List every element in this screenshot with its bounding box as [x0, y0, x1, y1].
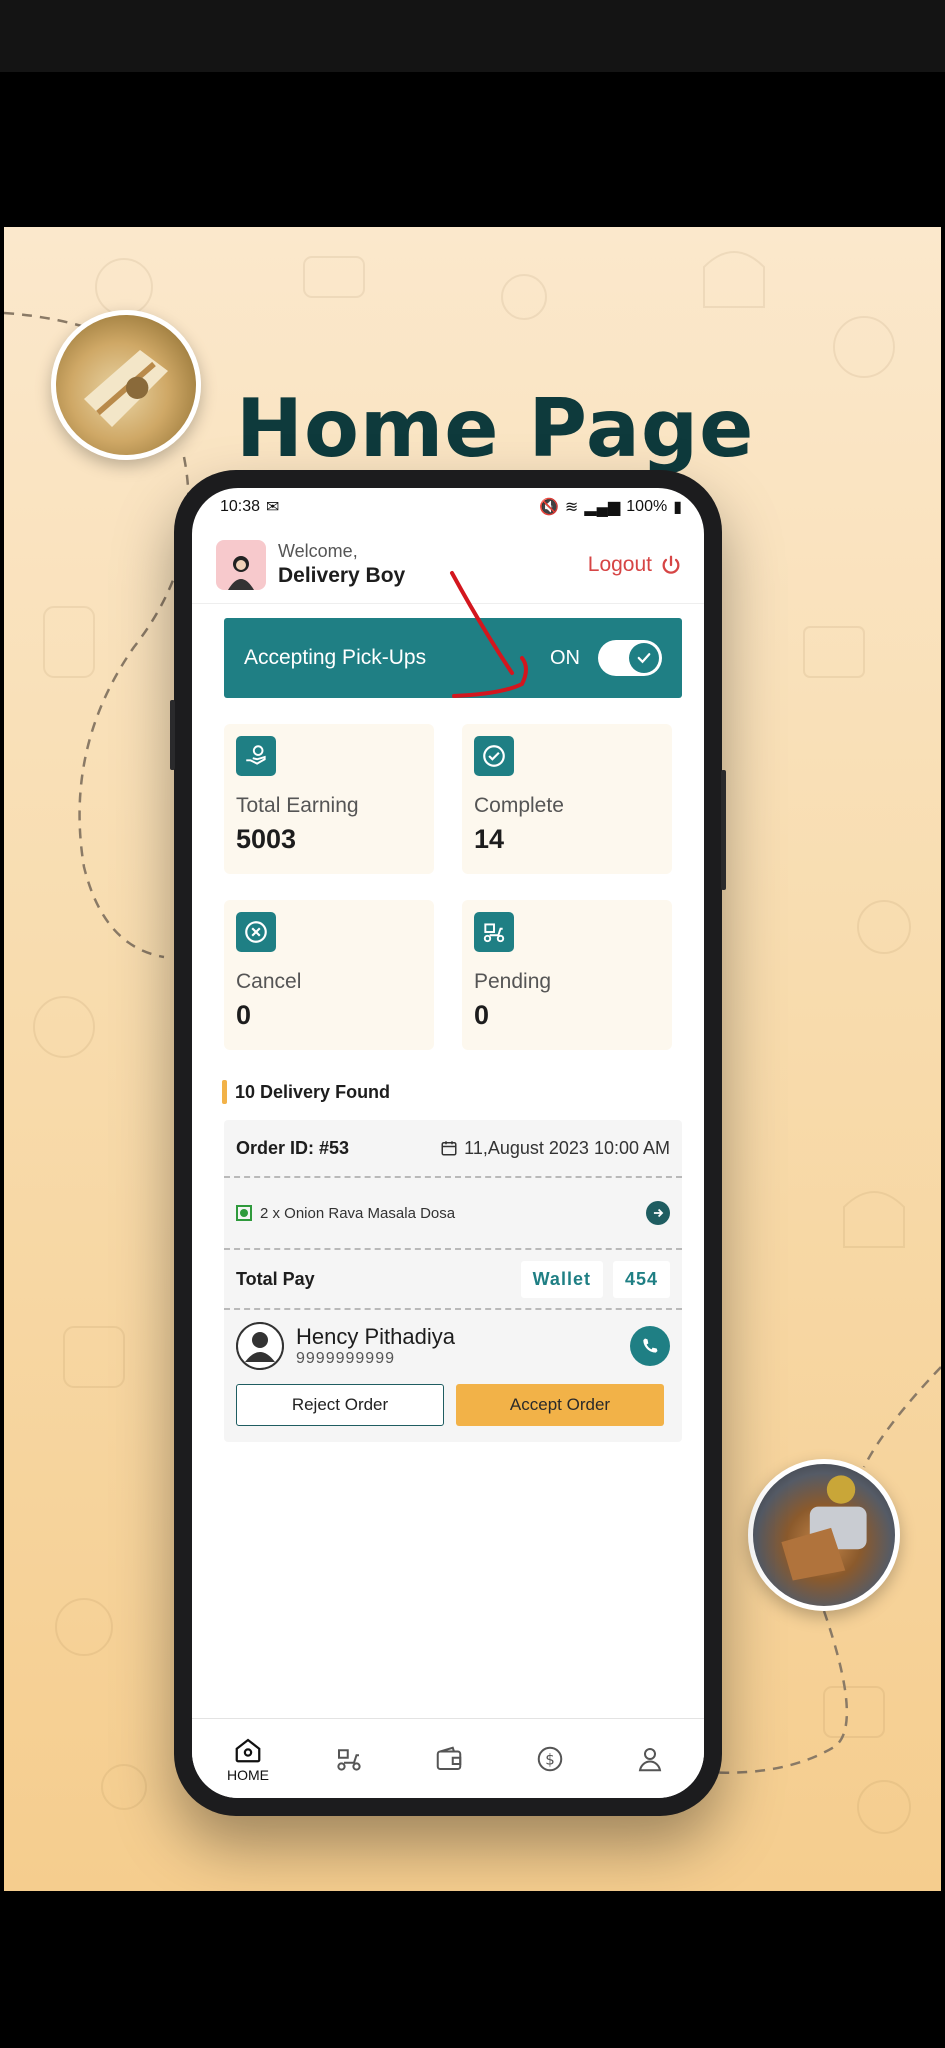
nav-home-label: HOME [227, 1766, 269, 1783]
stat-value: 0 [474, 1000, 490, 1030]
home-icon [235, 1738, 261, 1762]
device-bottom-strip [0, 1891, 945, 2048]
wifi-icon: ≋ [564, 499, 579, 516]
logout-label: Logout [587, 552, 652, 576]
logout-button[interactable]: Logout [588, 553, 682, 577]
delivery-scooter-icon [474, 912, 514, 952]
order-actions: Reject Order Accept Order [224, 1370, 682, 1442]
wallet-icon [436, 1746, 462, 1770]
signal-icon: ▂▄▆ [584, 499, 621, 516]
stat-value: 0 [236, 1000, 252, 1030]
veg-icon [236, 1205, 252, 1221]
stats-grid: Total Earning 5003 Complete 14 Cancel 0 [224, 724, 682, 1050]
stat-label: Pending [474, 970, 552, 993]
scooter-icon [336, 1748, 361, 1771]
mute-icon: 🔇 [538, 499, 559, 516]
stat-label: Total Earning [236, 794, 359, 817]
dollar-icon: $ [537, 1746, 562, 1771]
order-item: 2 x Onion Rava Masala Dosa [260, 1204, 456, 1222]
customer-phone: 9999999999 [296, 1350, 395, 1367]
profile-icon [638, 1747, 662, 1771]
stat-value: 5003 [236, 824, 297, 854]
device-status-strip [0, 0, 945, 72]
stat-label: Cancel [236, 970, 302, 993]
earning-icon [236, 736, 276, 776]
nav-deliveries[interactable] [319, 1744, 379, 1774]
check-icon [629, 643, 659, 673]
total-pay-row: Total Pay Wallet 454 [224, 1250, 682, 1310]
status-time: 10:38 [220, 498, 261, 515]
red-annotation-arrow [450, 571, 528, 698]
burrito-food-image [748, 1459, 900, 1611]
poster-title: Home Page [236, 382, 755, 475]
pay-amount: 454 [612, 1260, 670, 1298]
mail-icon: ✉ [266, 499, 280, 516]
order-card[interactable]: Order ID: #53 11,August 2023 10:00 AM 2 … [224, 1120, 682, 1442]
delivery-found-heading: 10 Delivery Found [222, 1080, 682, 1104]
arrow-right-icon[interactable] [646, 1201, 670, 1225]
user-name: Delivery Boy [278, 564, 406, 587]
calendar-icon [441, 1141, 457, 1156]
customer-avatar-icon [236, 1322, 284, 1370]
pickup-label: Accepting Pick-Ups [244, 646, 427, 669]
nav-profile[interactable] [620, 1744, 680, 1774]
stat-cancel[interactable]: Cancel 0 [224, 900, 434, 1050]
pickup-toggle[interactable] [598, 640, 662, 676]
customer-name: Hency Pithadiya [296, 1324, 455, 1349]
delivery-found-text: 10 Delivery Found [235, 1081, 391, 1102]
total-pay-label: Total Pay [236, 1268, 315, 1289]
bottom-navigation: HOME $ [192, 1718, 704, 1798]
order-item-row[interactable]: 2 x Onion Rava Masala Dosa [224, 1178, 682, 1250]
reject-order-button[interactable]: Reject Order [236, 1384, 444, 1426]
app-screen: 10:38 ✉ 🔇 ≋ ▂▄▆ 100% ▮ Welcome, Delivery… [192, 488, 704, 1798]
phone-mockup: 10:38 ✉ 🔇 ≋ ▂▄▆ 100% ▮ Welcome, Delivery… [170, 470, 726, 1816]
user-avatar[interactable] [216, 539, 266, 590]
stat-label: Complete [474, 794, 564, 817]
battery-percent: 100% [626, 498, 668, 515]
battery-icon: ▮ [673, 499, 682, 516]
check-circle-icon [474, 736, 514, 776]
order-header-row: Order ID: #53 11,August 2023 10:00 AM [224, 1120, 682, 1178]
heading-accent-bar [222, 1080, 227, 1104]
order-date: 11,August 2023 10:00 AM [440, 1138, 670, 1159]
cancel-circle-icon [236, 912, 276, 952]
accept-order-button[interactable]: Accept Order [456, 1384, 664, 1426]
order-date-text: 11,August 2023 10:00 AM [464, 1137, 670, 1158]
wrap-food-image [51, 310, 201, 460]
status-bar: 10:38 ✉ 🔇 ≋ ▂▄▆ 100% ▮ [192, 488, 704, 526]
stat-complete[interactable]: Complete 14 [462, 724, 672, 874]
phone-call-icon[interactable] [630, 1326, 670, 1366]
welcome-text: Welcome, [278, 541, 358, 561]
customer-row: Hency Pithadiya 9999999999 [224, 1310, 682, 1370]
stat-value: 14 [474, 824, 505, 854]
payment-method: Wallet [520, 1260, 603, 1298]
nav-home[interactable]: HOME [218, 1735, 278, 1783]
nav-wallet[interactable] [419, 1744, 479, 1774]
power-icon [662, 555, 680, 574]
promo-poster: Home Page 10:38 ✉ 🔇 ≋ ▂▄▆ 100% ▮ Welcome… [4, 227, 941, 1891]
stat-total-earning[interactable]: Total Earning 5003 [224, 724, 434, 874]
stat-pending[interactable]: Pending 0 [462, 900, 672, 1050]
svg-text:$: $ [545, 1750, 555, 1768]
nav-earnings[interactable]: $ [520, 1744, 580, 1774]
order-id: Order ID: #53 [236, 1137, 350, 1158]
